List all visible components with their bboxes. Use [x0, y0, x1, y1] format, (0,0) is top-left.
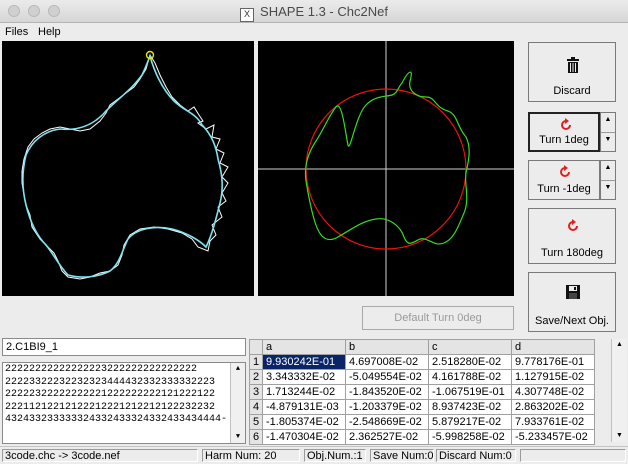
status-bar: 3code.chc -> 3code.nef Harm Num: 20 Obj.…: [0, 446, 628, 464]
column-header[interactable]: a: [262, 339, 346, 355]
table-row: 6 -1.470304E-02 2.362527E-02 -5.998258E-…: [249, 429, 595, 445]
turn-1deg-spinner[interactable]: ▲ ▼: [600, 112, 616, 152]
row-header[interactable]: 6: [249, 429, 263, 445]
table-cell[interactable]: 5.879217E-02: [428, 414, 512, 430]
table-cell[interactable]: 9.778176E-01: [511, 354, 595, 370]
status-file: 3code.chc -> 3code.nef: [2, 449, 198, 462]
rotate-icon: [561, 118, 571, 130]
chain-code-line: 22223322232232323444432332333332223: [5, 376, 216, 388]
table-cell[interactable]: -5.049554E-02: [345, 369, 429, 385]
reconstructed-shape: [304, 71, 470, 245]
row-header[interactable]: 4: [249, 399, 263, 415]
turn-1deg-label: Turn 1deg: [539, 134, 589, 146]
table-cell[interactable]: 9.930242E-01: [262, 354, 346, 370]
row-header[interactable]: 1: [249, 354, 263, 370]
chain-code-line: 22222222222222223222222222222222: [5, 364, 198, 375]
leaf-contour-plot: [21, 50, 229, 280]
table-cell[interactable]: 7.933761E-02: [511, 414, 595, 430]
status-obj-num: Obj.Num.:1: [304, 449, 366, 462]
floppy-disk-icon: [566, 285, 580, 299]
chain-code-scrollbar[interactable]: ▲ ▼: [230, 363, 245, 443]
status-harm-num: Harm Num: 20: [202, 449, 300, 462]
row-header[interactable]: 3: [249, 384, 263, 400]
scroll-up-icon[interactable]: ▲: [231, 363, 245, 375]
table-cell[interactable]: -1.843520E-02: [345, 384, 429, 400]
column-header[interactable]: b: [345, 339, 429, 355]
table-cell[interactable]: -2.548669E-02: [345, 414, 429, 430]
table-row: 1 9.930242E-01 4.697008E-02 2.518280E-02…: [249, 354, 595, 370]
turn-180deg-label: Turn 180deg: [541, 247, 603, 259]
default-turn-button[interactable]: Default Turn 0deg: [362, 306, 514, 330]
sample-name-field[interactable]: 2.C1BI9_1: [2, 338, 246, 356]
discard-button[interactable]: Discard: [528, 42, 616, 102]
table-scrollbar[interactable]: ▲ ▼: [611, 339, 627, 442]
table-cell[interactable]: 2.518280E-02: [428, 354, 512, 370]
title-bar: X SHAPE 1.3 - Chc2Nef: [0, 0, 628, 23]
turn-minus-1deg-spinner[interactable]: ▲ ▼: [600, 160, 616, 200]
table-cell[interactable]: -4.879131E-03: [262, 399, 346, 415]
table-cell[interactable]: 4.161788E-02: [428, 369, 512, 385]
chain-code-line: 22211212212122212221212212122232232: [5, 401, 216, 413]
coefficient-table: a b c d 1 9.930242E-01 4.697008E-02 2.51…: [249, 339, 595, 445]
contour-view: [2, 41, 254, 296]
table-row: 5 -1.805374E-02 -2.548669E-02 5.879217E-…: [249, 414, 595, 430]
discard-label: Discard: [553, 85, 591, 97]
table-cell[interactable]: -1.470304E-02: [262, 429, 346, 445]
row-header[interactable]: 2: [249, 369, 263, 385]
spin-up-icon[interactable]: ▲: [601, 161, 615, 180]
status-discard-num: Discard Num:0: [436, 449, 516, 462]
save-next-label: Save/Next Obj.: [535, 315, 609, 327]
status-empty: [520, 449, 626, 462]
turn-minus-1deg-button[interactable]: Turn -1deg: [528, 160, 600, 200]
chain-code-textarea[interactable]: 22222222222222223222222222222222 2222332…: [2, 362, 246, 444]
smoothed-contour: [22, 53, 223, 278]
fourier-reconstruction-plot: [258, 41, 514, 296]
reconstruction-view: [258, 41, 514, 296]
window-title: X SHAPE 1.3 - Chc2Nef: [0, 4, 628, 22]
table-cell[interactable]: -5.998258E-02: [428, 429, 512, 445]
menu-help[interactable]: Help: [38, 26, 61, 38]
table-cell[interactable]: 1.127915E-02: [511, 369, 595, 385]
scroll-up-icon[interactable]: ▲: [612, 339, 627, 351]
turn-minus-1deg-label: Turn -1deg: [537, 183, 591, 195]
table-corner: [249, 339, 263, 355]
column-header[interactable]: d: [511, 339, 595, 355]
table-row: 3 1.713244E-02 -1.843520E-02 -1.067519E-…: [249, 384, 595, 400]
table-header-row: a b c d: [249, 339, 595, 355]
status-save-num: Save Num:0: [370, 449, 434, 462]
table-cell[interactable]: -1.805374E-02: [262, 414, 346, 430]
turn-1deg-button[interactable]: Turn 1deg: [528, 112, 600, 152]
table-cell[interactable]: 3.343332E-02: [262, 369, 346, 385]
save-next-button[interactable]: Save/Next Obj.: [528, 272, 616, 332]
window-title-text: SHAPE 1.3 - Chc2Nef: [260, 4, 388, 19]
spin-down-icon[interactable]: ▼: [601, 132, 615, 152]
table-cell[interactable]: 1.713244E-02: [262, 384, 346, 400]
scroll-down-icon[interactable]: ▼: [612, 430, 627, 442]
scroll-down-icon[interactable]: ▼: [231, 431, 245, 443]
table-cell[interactable]: 2.362527E-02: [345, 429, 429, 445]
x11-icon: X: [240, 8, 255, 22]
table-row: 2 3.343332E-02 -5.049554E-02 4.161788E-0…: [249, 369, 595, 385]
spin-down-icon[interactable]: ▼: [601, 180, 615, 200]
table-cell[interactable]: 4.307748E-02: [511, 384, 595, 400]
chain-code-line: 22222322222222221222222222121222122: [5, 389, 216, 400]
table-cell[interactable]: -1.203379E-02: [345, 399, 429, 415]
table-cell[interactable]: -5.233457E-02: [511, 429, 595, 445]
turn-180deg-button[interactable]: Turn 180deg: [528, 208, 616, 264]
menu-files[interactable]: Files: [5, 26, 28, 38]
table-cell[interactable]: -1.067519E-01: [428, 384, 512, 400]
rotate-icon: [560, 165, 570, 177]
table-row: 4 -4.879131E-03 -1.203379E-02 8.937423E-…: [249, 399, 595, 415]
column-header[interactable]: c: [428, 339, 512, 355]
menu-bar: Files Help: [0, 23, 628, 40]
table-cell[interactable]: 8.937423E-02: [428, 399, 512, 415]
rotate-icon: [568, 219, 578, 231]
table-cell[interactable]: 2.863202E-02: [511, 399, 595, 415]
spin-up-icon[interactable]: ▲: [601, 113, 615, 132]
chain-code-line: 432433233333324332433324332433434444-1: [5, 414, 227, 425]
row-header[interactable]: 5: [249, 414, 263, 430]
trash-icon: [567, 57, 579, 73]
table-cell[interactable]: 4.697008E-02: [345, 354, 429, 370]
